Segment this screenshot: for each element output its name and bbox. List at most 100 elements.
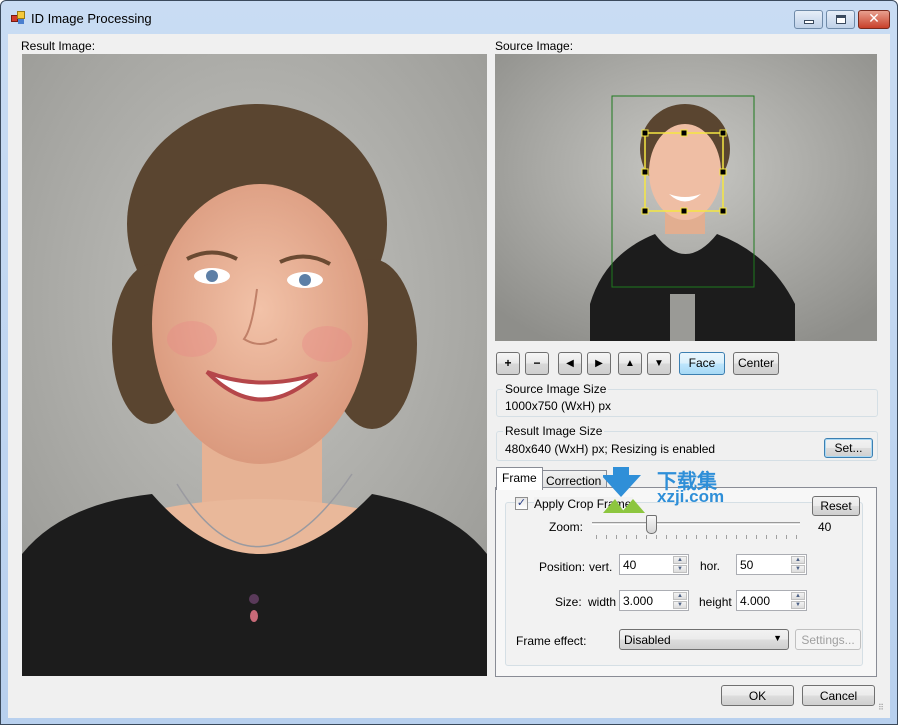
- slider-tick: [666, 535, 667, 539]
- center-button[interactable]: Center: [733, 352, 779, 375]
- source-image-label: Source Image:: [495, 39, 574, 53]
- slider-tick: [696, 535, 697, 539]
- resize-handle[interactable]: [719, 207, 727, 215]
- source-size-group: Source Image Size 1000x750 (WxH) px: [496, 382, 878, 417]
- zoom-out-button[interactable]: −: [525, 352, 549, 375]
- slider-tick: [726, 535, 727, 539]
- slider-tick: [596, 535, 597, 539]
- source-image[interactable]: [495, 54, 877, 341]
- crop-frame-group: ✓ Apply Crop Frame Reset Zoom: 40 Positi…: [505, 496, 863, 666]
- result-photo: [22, 54, 487, 676]
- resize-handle[interactable]: [719, 168, 727, 176]
- set-size-button[interactable]: Set...: [824, 438, 873, 458]
- slider-track: [592, 522, 800, 525]
- resize-handle[interactable]: [641, 207, 649, 215]
- slider-tick: [736, 535, 737, 539]
- title-bar[interactable]: ID Image Processing ✕: [1, 1, 897, 35]
- spin-down-icon[interactable]: ▼: [791, 565, 805, 573]
- vert-label: vert.: [589, 560, 613, 574]
- result-size-group: Result Image Size 480x640 (WxH) px; Resi…: [496, 424, 878, 461]
- move-down-button[interactable]: ▼: [647, 352, 671, 375]
- resize-handle[interactable]: [641, 168, 649, 176]
- cancel-button[interactable]: Cancel: [802, 685, 875, 706]
- plus-icon: +: [504, 356, 512, 370]
- zoom-slider[interactable]: [592, 515, 802, 539]
- arrow-up-icon: ▲: [625, 358, 635, 369]
- slider-tick: [616, 535, 617, 539]
- arrow-right-icon: ▶: [595, 358, 603, 369]
- app-icon: [11, 11, 27, 25]
- hor-label: hor.: [700, 559, 721, 573]
- slider-tick: [786, 535, 787, 539]
- slider-tick: [626, 535, 627, 539]
- vert-spinbox[interactable]: 40 ▲ ▼: [619, 554, 689, 575]
- zoom-value: 40: [818, 520, 832, 534]
- minimize-button[interactable]: [794, 10, 823, 29]
- resize-handle[interactable]: [641, 129, 649, 137]
- result-image: [22, 54, 487, 676]
- result-size-value: 480x640 (WxH) px; Resizing is enabled: [505, 442, 716, 456]
- zoom-in-button[interactable]: +: [496, 352, 520, 375]
- apply-crop-checkbox[interactable]: ✓: [515, 497, 528, 510]
- frame-effect-value: Disabled: [624, 633, 671, 647]
- height-label: height: [699, 595, 732, 609]
- close-icon: ✕: [868, 10, 880, 26]
- slider-tick: [646, 535, 647, 539]
- slider-tick: [716, 535, 717, 539]
- maximize-icon: [836, 15, 846, 24]
- face-button[interactable]: Face: [679, 352, 725, 375]
- frame-effect-label: Frame effect:: [516, 634, 587, 648]
- checkmark-icon: ✓: [516, 497, 527, 509]
- hor-spinbox[interactable]: 50 ▲ ▼: [736, 554, 807, 575]
- vert-value: 40: [623, 558, 637, 572]
- width-value: 3.000: [623, 594, 654, 608]
- slider-tick: [656, 535, 657, 539]
- hor-value: 50: [740, 558, 754, 572]
- source-size-title: Source Image Size: [503, 382, 609, 396]
- slider-thumb[interactable]: [646, 515, 657, 534]
- resize-handle[interactable]: [680, 129, 688, 137]
- position-label: Position:: [539, 560, 586, 574]
- frame-effect-dropdown[interactable]: Disabled ▼: [619, 629, 789, 650]
- slider-tick: [756, 535, 757, 539]
- settings-button[interactable]: Settings...: [795, 629, 861, 650]
- resize-grip-icon[interactable]: ⠿: [878, 704, 888, 716]
- maximize-button[interactable]: [826, 10, 855, 29]
- slider-tick: [606, 535, 607, 539]
- ok-button[interactable]: OK: [721, 685, 794, 706]
- spin-down-icon[interactable]: ▼: [673, 601, 687, 609]
- resize-handle[interactable]: [719, 129, 727, 137]
- dialog-client-area: Result Image: Source Image: + − ◀ ▶ ▲ ▼ …: [8, 34, 890, 718]
- source-photo: [495, 54, 877, 341]
- resize-handle[interactable]: [680, 207, 688, 215]
- slider-tick: [776, 535, 777, 539]
- close-button[interactable]: ✕: [858, 10, 890, 29]
- height-spinbox[interactable]: 4.000 ▲ ▼: [736, 590, 807, 611]
- move-left-button[interactable]: ◀: [558, 352, 582, 375]
- move-up-button[interactable]: ▲: [618, 352, 642, 375]
- reset-button[interactable]: Reset: [812, 496, 860, 516]
- chevron-down-icon: ▼: [773, 633, 782, 643]
- spin-up-icon[interactable]: ▲: [673, 592, 687, 600]
- width-spinbox[interactable]: 3.000 ▲ ▼: [619, 590, 689, 611]
- apply-crop-label: Apply Crop Frame: [534, 497, 634, 511]
- minus-icon: −: [533, 356, 541, 370]
- zoom-label: Zoom:: [549, 520, 584, 534]
- spin-up-icon[interactable]: ▲: [673, 556, 687, 564]
- move-right-button[interactable]: ▶: [587, 352, 611, 375]
- spin-down-icon[interactable]: ▼: [791, 601, 805, 609]
- slider-tick: [676, 535, 677, 539]
- width-label: width: [588, 595, 617, 609]
- spin-up-icon[interactable]: ▲: [791, 556, 805, 564]
- size-label: Size:: [555, 595, 582, 609]
- tab-frame[interactable]: Frame: [496, 467, 543, 490]
- minimize-icon: [804, 20, 814, 24]
- result-size-title: Result Image Size: [503, 424, 605, 438]
- spin-up-icon[interactable]: ▲: [791, 592, 805, 600]
- slider-tick: [686, 535, 687, 539]
- arrow-left-icon: ◀: [566, 358, 574, 369]
- source-size-value: 1000x750 (WxH) px: [505, 399, 612, 413]
- arrow-down-icon: ▼: [654, 358, 664, 369]
- slider-tick: [746, 535, 747, 539]
- spin-down-icon[interactable]: ▼: [673, 565, 687, 573]
